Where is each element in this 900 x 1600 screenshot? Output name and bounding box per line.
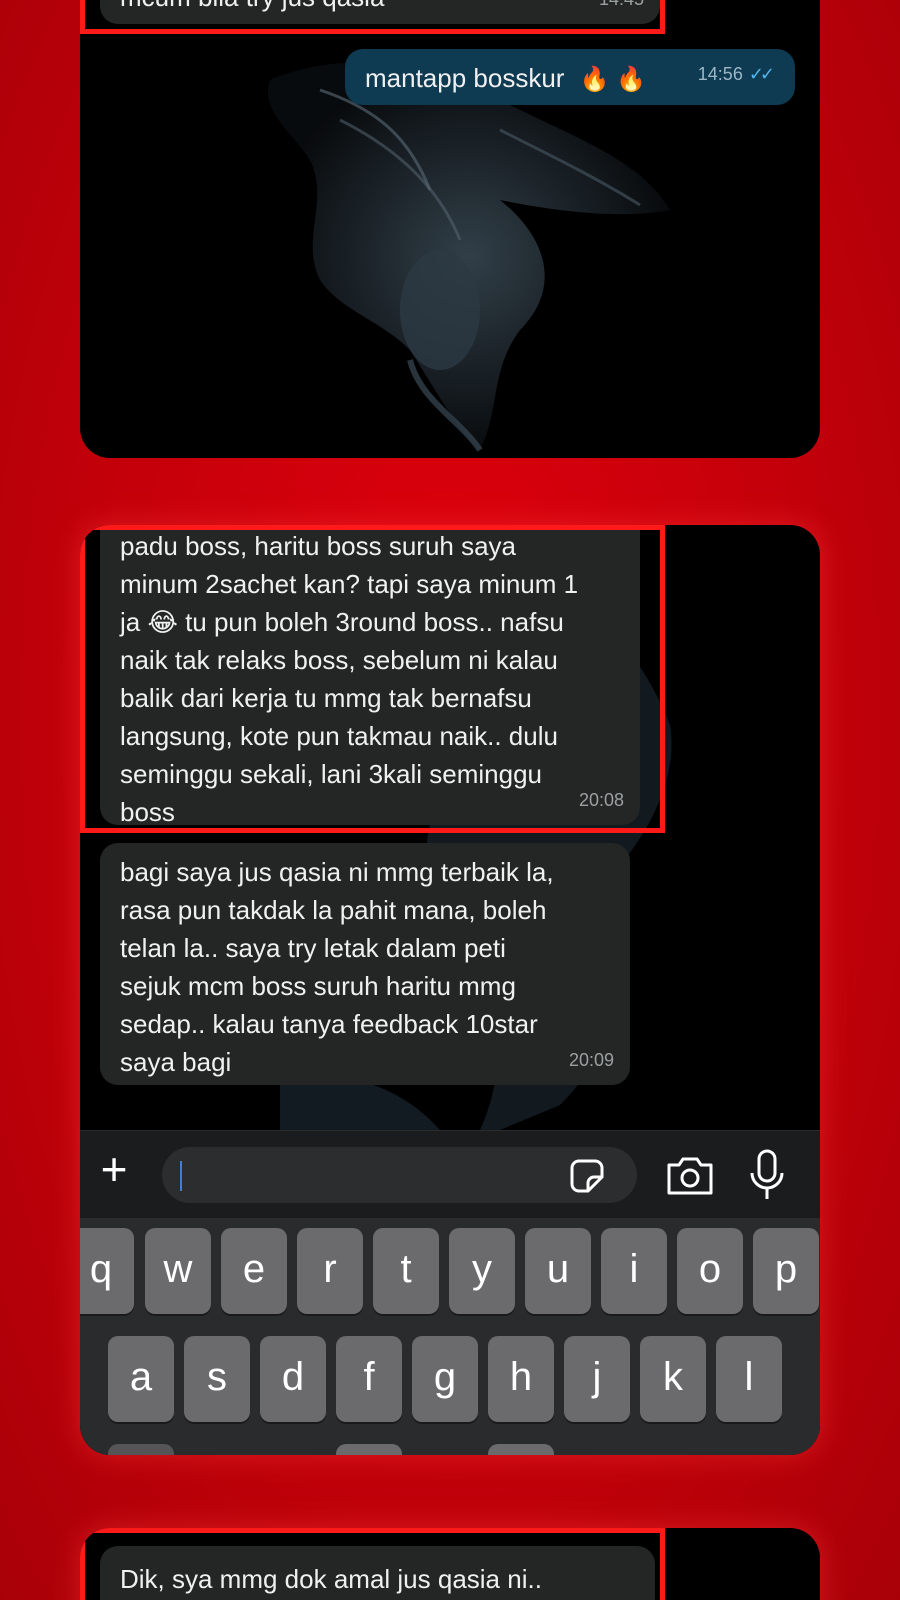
key-g[interactable]: g [412,1336,478,1422]
testimonial-collage: mcum bila try jus qasia 14:45 mantapp bo… [0,0,900,1600]
message-input-bar: + [80,1130,820,1218]
key-h[interactable]: h [488,1336,554,1422]
incoming-message[interactable]: bagi saya jus qasia ni mmg terbaik la, r… [100,843,630,1085]
message-text: mantapp bosskur [365,63,565,93]
sticker-icon[interactable] [570,1159,604,1193]
fire-emoji: 🔥 🔥 [579,66,647,93]
key-t[interactable]: t [373,1228,439,1314]
key-y[interactable]: y [449,1228,515,1314]
chat-screenshot-1: mcum bila try jus qasia 14:45 mantapp bo… [80,0,820,458]
partial-incoming-message[interactable]: mcum bila try jus qasia 14:45 [100,0,660,24]
message-text: mcum bila try jus qasia [120,0,642,16]
keyboard-row3-partial [488,1444,554,1455]
key-s[interactable]: s [184,1336,250,1422]
plus-icon[interactable]: + [92,1146,136,1193]
camera-icon[interactable] [665,1153,715,1197]
key-w[interactable]: w [145,1228,211,1314]
outgoing-message[interactable]: mantapp bosskur 🔥 🔥 14:56 ✓✓ [345,49,795,105]
message-text: Dik, sya mmg dok amal jus qasia ni.. [120,1564,542,1594]
incoming-message[interactable]: Dik, sya mmg dok amal jus qasia ni.. [100,1546,655,1600]
key-p[interactable]: p [753,1228,819,1314]
key-r[interactable]: r [297,1228,363,1314]
key-k[interactable]: k [640,1336,706,1422]
key-f[interactable]: f [336,1336,402,1422]
key-d[interactable]: d [260,1336,326,1422]
keyboard-row3-partial [108,1444,174,1455]
incoming-message[interactable]: padu boss, haritu boss suruh saya minum … [100,525,640,827]
chat-screenshot-3: Dik, sya mmg dok amal jus qasia ni.. [80,1528,820,1600]
chat-screenshot-2: padu boss, haritu boss suruh saya minum … [80,525,820,1455]
message-time: 14:56 [697,64,743,84]
text-caret [180,1161,182,1191]
message-time: 20:09 [568,1050,614,1070]
read-ticks-icon: ✓✓ [748,64,775,84]
message-text: bagi saya jus qasia ni mmg terbaik la, r… [120,857,554,1077]
microphone-icon[interactable] [748,1149,786,1201]
key-l[interactable]: l [716,1336,782,1422]
message-time: 14:45 [599,0,644,18]
key-i[interactable]: i [601,1228,667,1314]
message-text: padu boss, haritu boss suruh saya minum … [120,531,579,827]
key-o[interactable]: o [677,1228,743,1314]
key-j[interactable]: j [564,1336,630,1422]
onscreen-keyboard: q w e r t y u i o p a s d f g h j k l [80,1218,820,1455]
key-a[interactable]: a [108,1336,174,1422]
key-u[interactable]: u [525,1228,591,1314]
keyboard-row3-partial [336,1444,402,1455]
message-input[interactable] [162,1147,637,1203]
key-e[interactable]: e [221,1228,287,1314]
key-q[interactable]: q [80,1228,134,1314]
message-time: 20:08 [578,790,624,810]
